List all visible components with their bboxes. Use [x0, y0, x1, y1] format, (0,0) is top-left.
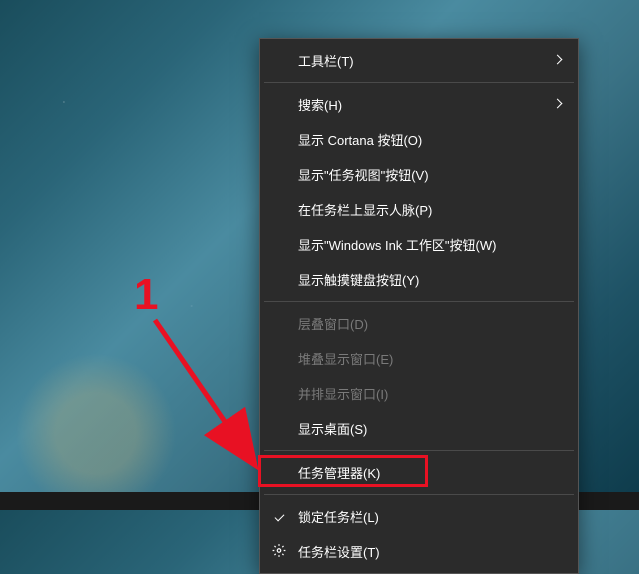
menu-separator	[264, 301, 574, 302]
menu-search[interactable]: 搜索(H)	[262, 87, 576, 122]
menu-show-cortana[interactable]: 显示 Cortana 按钮(O)	[262, 122, 576, 157]
menu-side-by-side: 并排显示窗口(I)	[262, 376, 576, 411]
menu-show-touch-keyboard[interactable]: 显示触摸键盘按钮(Y)	[262, 262, 576, 297]
menu-side-by-side-label: 并排显示窗口(I)	[298, 384, 388, 403]
menu-lock-taskbar[interactable]: 锁定任务栏(L)	[262, 499, 576, 534]
gear-icon	[272, 543, 286, 560]
menu-separator	[264, 450, 574, 451]
menu-separator	[264, 494, 574, 495]
menu-search-label: 搜索(H)	[298, 95, 342, 114]
menu-show-desktop[interactable]: 显示桌面(S)	[262, 411, 576, 446]
annotation-number: 1	[134, 270, 158, 320]
taskbar-context-menu: 工具栏(T) 搜索(H) 显示 Cortana 按钮(O) 显示"任务视图"按钮…	[259, 38, 579, 574]
menu-show-people[interactable]: 在任务栏上显示人脉(P)	[262, 192, 576, 227]
menu-show-task-view[interactable]: 显示"任务视图"按钮(V)	[262, 157, 576, 192]
menu-toolbars[interactable]: 工具栏(T)	[262, 43, 576, 78]
menu-taskbar-settings[interactable]: 任务栏设置(T)	[262, 534, 576, 569]
menu-show-people-label: 在任务栏上显示人脉(P)	[298, 200, 432, 219]
menu-task-manager-label: 任务管理器(K)	[298, 463, 380, 482]
menu-stack-windows-label: 堆叠显示窗口(E)	[298, 349, 393, 368]
menu-taskbar-settings-label: 任务栏设置(T)	[298, 542, 380, 561]
menu-task-manager[interactable]: 任务管理器(K)	[262, 455, 576, 490]
menu-show-task-view-label: 显示"任务视图"按钮(V)	[298, 165, 429, 184]
menu-show-ink[interactable]: 显示"Windows Ink 工作区"按钮(W)	[262, 227, 576, 262]
menu-show-touch-keyboard-label: 显示触摸键盘按钮(Y)	[298, 270, 419, 289]
menu-cascade-windows-label: 层叠窗口(D)	[298, 314, 368, 333]
chevron-right-icon	[554, 56, 560, 66]
menu-show-ink-label: 显示"Windows Ink 工作区"按钮(W)	[298, 235, 496, 254]
chevron-right-icon	[554, 100, 560, 110]
check-icon	[274, 512, 286, 522]
menu-stack-windows: 堆叠显示窗口(E)	[262, 341, 576, 376]
menu-show-desktop-label: 显示桌面(S)	[298, 419, 367, 438]
menu-cascade-windows: 层叠窗口(D)	[262, 306, 576, 341]
menu-separator	[264, 82, 574, 83]
menu-toolbars-label: 工具栏(T)	[298, 51, 354, 70]
menu-show-cortana-label: 显示 Cortana 按钮(O)	[298, 130, 422, 149]
